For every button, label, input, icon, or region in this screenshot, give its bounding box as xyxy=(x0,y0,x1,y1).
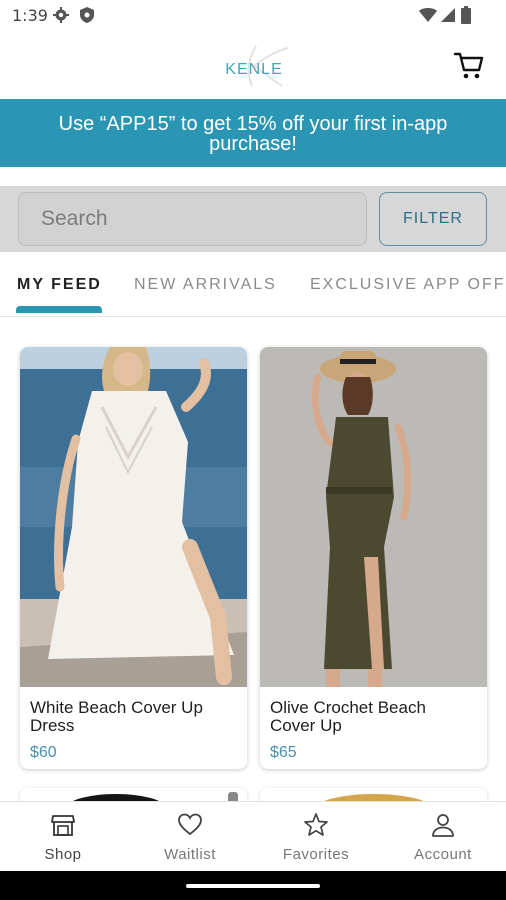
nav-favorites[interactable]: Favorites xyxy=(253,802,379,872)
shop-icon xyxy=(51,815,75,836)
heart-icon xyxy=(178,813,202,836)
search-input[interactable] xyxy=(18,192,367,246)
wifi-icon xyxy=(419,8,437,22)
tab-exclusive-app-offers[interactable]: EXCLUSIVE APP OFF xyxy=(310,276,506,294)
logo-text: KENLE xyxy=(225,61,282,78)
product-feed: White Beach Cover Up Dress $60 Olive Cro… xyxy=(0,317,506,801)
active-tab-indicator xyxy=(16,306,102,313)
nav-label: Favorites xyxy=(282,846,350,863)
nav-label: Account xyxy=(414,846,472,863)
feed-tabs: MY FEED NEW ARRIVALS EXCLUSIVE APP OFF xyxy=(0,252,506,317)
product-image[interactable] xyxy=(20,347,247,687)
product-price: $65 xyxy=(270,744,297,761)
cart-icon xyxy=(453,52,484,79)
filter-button[interactable]: FILTER xyxy=(379,192,487,246)
product-image[interactable] xyxy=(260,347,487,687)
tab-new-arrivals[interactable]: NEW ARRIVALS xyxy=(134,276,277,294)
product-card[interactable] xyxy=(260,788,487,801)
tab-my-feed[interactable]: MY FEED xyxy=(17,276,102,294)
nav-shop[interactable]: Shop xyxy=(0,802,126,872)
bottom-navigation: Shop Waitlist Favorites Account xyxy=(0,801,506,872)
product-image[interactable] xyxy=(260,788,487,801)
nav-waitlist[interactable]: Waitlist xyxy=(127,802,253,872)
cart-button[interactable] xyxy=(452,48,486,82)
logo-mark-icon: KENLE xyxy=(225,45,289,87)
search-bar: FILTER xyxy=(0,186,506,252)
product-card[interactable]: Olive Crochet Beach Cover Up $65 xyxy=(260,347,487,769)
product-name[interactable]: Olive Crochet Beach Cover Up xyxy=(270,699,475,735)
gear-icon xyxy=(53,7,69,23)
status-bar: 1:39 xyxy=(0,0,506,32)
signal-icon xyxy=(441,8,455,22)
promo-banner[interactable]: Use “APP15” to get 15% off your first in… xyxy=(0,99,506,167)
product-card[interactable] xyxy=(20,788,247,801)
shield-icon xyxy=(80,7,94,23)
star-icon xyxy=(304,813,328,836)
battery-icon xyxy=(461,6,471,24)
nav-label: Shop xyxy=(44,846,82,863)
product-card[interactable]: White Beach Cover Up Dress $60 xyxy=(20,347,247,769)
status-time: 1:39 xyxy=(12,6,48,25)
app-header: KENLE xyxy=(0,32,506,99)
product-price: $60 xyxy=(30,744,57,761)
product-image[interactable] xyxy=(20,788,247,801)
promo-text: Use “APP15” to get 15% off your first in… xyxy=(58,113,448,155)
nav-account[interactable]: Account xyxy=(380,802,506,872)
home-gesture-handle[interactable] xyxy=(186,884,320,888)
account-icon xyxy=(432,814,454,837)
nav-label: Waitlist xyxy=(164,846,216,863)
system-gesture-bar xyxy=(0,871,506,900)
product-name[interactable]: White Beach Cover Up Dress xyxy=(30,699,235,735)
brand-logo[interactable]: KENLE xyxy=(196,42,312,90)
